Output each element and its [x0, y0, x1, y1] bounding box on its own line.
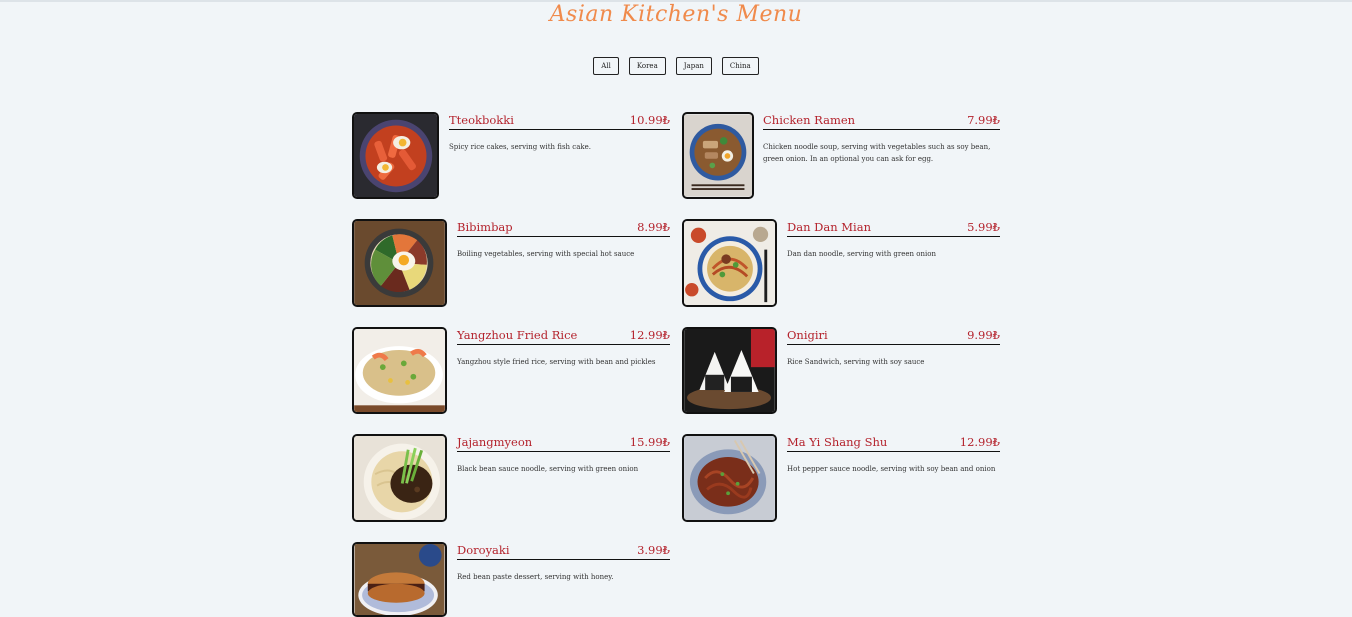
menu-item-onigiri: Onigiri 9.99₺ Rice Sandwich, serving wit… — [682, 327, 1000, 415]
item-header: Bibimbap 8.99₺ — [457, 219, 670, 237]
item-name: Onigiri — [787, 328, 828, 342]
doroyaki-photo — [352, 542, 447, 617]
item-header: Jajangmyeon 15.99₺ — [457, 434, 670, 452]
item-description: Rice Sandwich, serving with soy sauce — [787, 358, 925, 366]
item-description: Dan dan noodle, serving with green onion — [787, 250, 936, 258]
item-name: Tteokbokki — [449, 113, 514, 127]
item-price: 10.99₺ — [629, 113, 670, 127]
item-price: 15.99₺ — [629, 435, 670, 449]
item-name: Yangzhou Fried Rice — [457, 328, 578, 342]
menu-item-tteokbokki: Tteokbokki 10.99₺ Spicy rice cakes, serv… — [352, 112, 670, 200]
dan-dan-mian-photo — [682, 219, 777, 307]
item-header: Tteokbokki 10.99₺ — [449, 112, 670, 130]
item-header: Doroyaki 3.99₺ — [457, 542, 670, 560]
item-description: Yangzhou style fried rice, serving with … — [457, 358, 656, 366]
item-price: 12.99₺ — [959, 435, 1000, 449]
item-header: Onigiri 9.99₺ — [787, 327, 1000, 345]
item-price: 5.99₺ — [967, 220, 1000, 234]
menu-item-ma-yi-shang-shu: Ma Yi Shang Shu 12.99₺ Hot pepper sauce … — [682, 434, 1000, 522]
tteokbokki-photo — [352, 112, 439, 199]
onigiri-photo — [682, 327, 777, 414]
item-name: Ma Yi Shang Shu — [787, 435, 888, 449]
chicken-ramen-photo — [682, 112, 754, 199]
menu-item-jajangmyeon: Jajangmyeon 15.99₺ Black bean sauce nood… — [352, 434, 670, 522]
item-header: Ma Yi Shang Shu 12.99₺ — [787, 434, 1000, 452]
item-description: Chicken noodle soup, serving with vegeta… — [763, 143, 991, 163]
filter-korea-button[interactable]: Korea — [628, 57, 666, 75]
item-description: Hot pepper sauce noodle, serving with so… — [787, 465, 996, 473]
jajangmyeon-photo — [352, 434, 447, 522]
item-name: Bibimbap — [457, 220, 513, 234]
menu-item-doroyaki: Doroyaki 3.99₺ Red bean paste dessert, s… — [352, 542, 670, 617]
item-header: Yangzhou Fried Rice 12.99₺ — [457, 327, 670, 345]
item-name: Chicken Ramen — [763, 113, 856, 127]
fried-rice-photo — [352, 327, 447, 414]
menu-item-dan-dan-mian: Dan Dan Mian 5.99₺ Dan dan noodle, servi… — [682, 219, 1000, 307]
item-price: 8.99₺ — [637, 220, 670, 234]
item-description: Red bean paste dessert, serving with hon… — [457, 573, 614, 581]
item-description: Black bean sauce noodle, serving with gr… — [457, 465, 639, 473]
item-name: Jajangmyeon — [457, 435, 533, 449]
menu-item-chicken-ramen: Chicken Ramen 7.99₺ Chicken noodle soup,… — [682, 112, 1000, 200]
category-filters: All Korea Japan China — [0, 57, 1352, 75]
menu-item-bibimbap: Bibimbap 8.99₺ Boiling vegetables, servi… — [352, 219, 670, 307]
item-header: Dan Dan Mian 5.99₺ — [787, 219, 1000, 237]
item-price: 9.99₺ — [967, 328, 1000, 342]
item-description: Spicy rice cakes, serving with fish cake… — [449, 143, 591, 151]
filter-all-button[interactable]: All — [593, 57, 619, 75]
item-description: Boiling vegetables, serving with special… — [457, 250, 635, 258]
item-name: Dan Dan Mian — [787, 220, 871, 234]
item-name: Doroyaki — [457, 543, 510, 557]
menu-item-yangzhou-fried-rice: Yangzhou Fried Rice 12.99₺ Yangzhou styl… — [352, 327, 670, 415]
ma-yi-shang-shu-photo — [682, 434, 777, 522]
item-price: 3.99₺ — [637, 543, 670, 557]
item-header: Chicken Ramen 7.99₺ — [763, 112, 1000, 130]
item-price: 12.99₺ — [629, 328, 670, 342]
page-title: Asian Kitchen's Menu — [549, 2, 803, 27]
filter-china-button[interactable]: China — [721, 57, 759, 75]
bibimbap-photo — [352, 219, 447, 307]
item-price: 7.99₺ — [967, 113, 1000, 127]
filter-japan-button[interactable]: Japan — [675, 57, 712, 75]
